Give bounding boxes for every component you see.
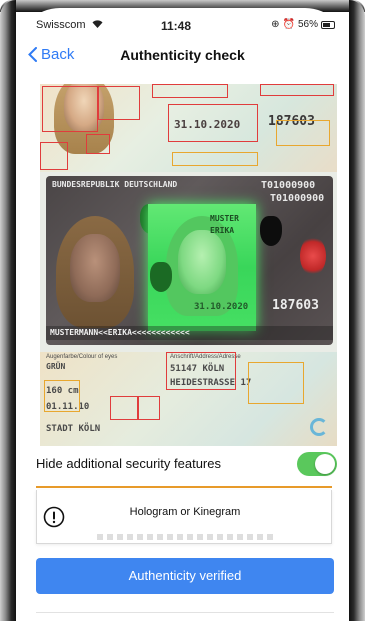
card-header: BUNDESREPUBLIK DEUTSCHLAND (52, 180, 178, 189)
card-doc-number: T01000900 (261, 180, 316, 191)
security-feature-box (44, 380, 80, 412)
wifi-icon (92, 19, 103, 31)
id-card-back: Augenfarbe/Colour of eyes GRÜN 160 cm 01… (40, 352, 337, 446)
battery-percent: 56% (297, 19, 318, 30)
feature-divider (36, 486, 332, 488)
security-feature-box (152, 84, 228, 98)
eagle-emblem-icon (150, 262, 172, 292)
machine-readable-zone: MUSTERMANN<<ERIKA<<<<<<<<<<<< (46, 326, 333, 340)
security-feature-box (166, 352, 236, 390)
kinegram-symbol (310, 418, 328, 436)
card-number: 187603 (272, 298, 319, 313)
portrait-face (178, 230, 226, 294)
photo-date-text: 31.10.2020 (194, 302, 249, 312)
hide-features-toggle[interactable] (297, 452, 337, 476)
eye-color-label: Augenfarbe/Colour of eyes (46, 354, 118, 360)
carrier-label: Swisscom (36, 19, 103, 31)
battery-icon (321, 20, 335, 29)
hide-features-label: Hide additional security features (36, 456, 221, 471)
bottom-divider (36, 612, 334, 613)
id-card-partial-top: 31.10.2020 187603 (40, 84, 337, 172)
security-feature-box (110, 396, 138, 420)
mrz-text: MUSTERMANN<<ERIKA<<<<<<<<<<<< (50, 328, 190, 337)
security-feature-card[interactable]: Hologram or Kinegram (36, 490, 332, 544)
photo-name-text: ERIKA (210, 226, 235, 235)
phone-frame: Swisscom 11:48 ⊕ ⏰ 56% Back Authenticity… (0, 0, 365, 621)
security-feature-box (168, 104, 258, 142)
hologram-highlight-photo: MUSTER ERIKA 31.10.2020 (148, 204, 256, 331)
security-feature-box (172, 152, 258, 166)
id-card-front: BUNDESREPUBLIK DEUTSCHLAND T01000900 T01… (46, 176, 333, 345)
security-feature-box (86, 134, 110, 154)
authenticity-verified-button[interactable]: Authenticity verified (36, 558, 334, 594)
page-title: Authenticity check (120, 47, 245, 63)
security-feature-box (42, 86, 98, 132)
app-screen: Swisscom 11:48 ⊕ ⏰ 56% Back Authenticity… (16, 8, 349, 621)
card-doc-number: T01000900 (270, 193, 325, 204)
alarm-icon: ⏰ (282, 19, 295, 30)
issuing-authority-value: STADT KÖLN (46, 424, 101, 434)
eye-color-value: GRÜN (46, 362, 66, 371)
security-feature-box (138, 396, 160, 420)
orientation-lock-icon: ⊕ (271, 19, 280, 30)
feature-label: Hologram or Kinegram (129, 506, 241, 518)
hide-features-row: Hide additional security features (16, 448, 349, 480)
photo-name-text: MUSTER (210, 214, 239, 223)
security-feature-box (276, 120, 330, 146)
faded-caption (97, 534, 277, 540)
document-scan-image: 31.10.2020 187603 BUNDESREPUBLIK DEUTSCH… (40, 84, 337, 446)
portrait-face (70, 234, 120, 302)
status-bar: Swisscom 11:48 ⊕ ⏰ 56% (16, 8, 349, 38)
status-time: 11:48 (161, 19, 192, 33)
security-feature-box (248, 362, 304, 404)
carrier-name: Swisscom (36, 19, 86, 31)
status-indicators: ⊕ ⏰ 56% (271, 19, 335, 30)
security-feature-box (40, 142, 68, 170)
eagle-emblem-icon (260, 216, 282, 246)
security-feature-box (260, 84, 334, 96)
toggle-knob (315, 454, 335, 474)
security-feature-box (98, 86, 140, 120)
red-security-seal (300, 236, 326, 276)
navigation-bar: Back Authenticity check (16, 40, 349, 70)
phone-bezel (349, 0, 365, 621)
phone-bezel (0, 0, 16, 621)
